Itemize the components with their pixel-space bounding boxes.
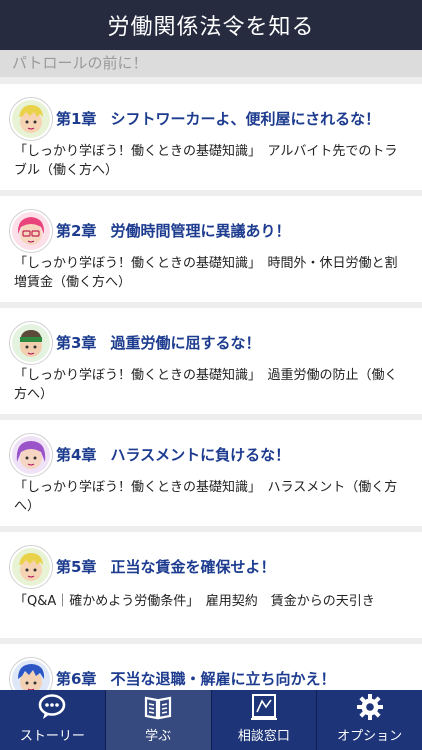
chapter-title: 第6章 不当な退職・解雇に立ち向かえ！ <box>56 670 336 688</box>
page-title: 労働関係法令を知る <box>107 15 315 40</box>
section-label: パトロールの前に！ <box>12 54 148 72</box>
tab-label: ストーリー <box>19 729 85 744</box>
avatar-blue-hair-boy-icon <box>10 658 52 690</box>
chapter-description: 「しっかり学ぼう！働くときの基礎知識」 アルバイト先でのトラブル（働く方へ） <box>14 144 398 178</box>
chapter-item-6[interactable]: 第6章 不当な退職・解雇に立ち向かえ！ <box>0 644 422 690</box>
chapter-title: 第3章 過重労働に屈するな！ <box>56 334 261 352</box>
avatar-headband-boy-icon <box>10 322 52 364</box>
tab-label: 学ぶ <box>145 729 172 744</box>
tab-story[interactable]: ストーリー <box>0 690 105 750</box>
chapter-description: 「Q&A｜確かめよう労働条件」 雇用契約 賃金からの天引き <box>14 594 375 609</box>
avatar-purple-hair-girl-icon <box>10 434 52 476</box>
gear-icon <box>356 694 383 720</box>
chapter-item-4[interactable]: 第4章 ハラスメントに負けるな！ 「しっかり学ぼう！働くときの基礎知識」 ハラスメ… <box>0 420 422 526</box>
avatar-pink-hair-glasses-icon <box>10 210 52 252</box>
tab-bar: ストーリー 学ぶ 相談窓口 オプション <box>0 690 422 750</box>
tab-learn[interactable]: 学ぶ <box>104 690 211 750</box>
chapter-list[interactable]: 第1章 シフトワーカーよ、便利屋にされるな！ 「しっかり学ぼう！働くときの基礎知識… <box>0 77 422 690</box>
tab-label: オプション <box>337 729 403 744</box>
avatar-blond-boy-icon <box>10 98 52 140</box>
book-icon <box>145 696 172 720</box>
section-header: パトロールの前に！ <box>0 50 422 77</box>
chapter-item-5[interactable]: 第5章 正当な賃金を確保せよ！ 「Q&A｜確かめよう労働条件」 雇用契約 賃金から… <box>0 532 422 638</box>
chapter-title: 第4章 ハラスメントに負けるな！ <box>56 446 291 464</box>
chapter-item-1[interactable]: 第1章 シフトワーカーよ、便利屋にされるな！ 「しっかり学ぼう！働くときの基礎知識… <box>0 84 422 190</box>
chapter-description: 「しっかり学ぼう！働くときの基礎知識」 時間外・休日労働と割増賃金（働く方へ） <box>14 256 398 290</box>
app-header: 労働関係法令を知る <box>0 0 422 50</box>
chapter-item-3[interactable]: 第3章 過重労働に屈するな！ 「しっかり学ぼう！働くときの基礎知識」 過重労働の防… <box>0 308 422 414</box>
chat-bubble-icon <box>39 694 66 719</box>
chapter-title: 第1章 シフトワーカーよ、便利屋にされるな！ <box>56 110 381 128</box>
tab-label: 相談窓口 <box>237 729 290 744</box>
chapter-title: 第2章 労働時間管理に異議あり！ <box>56 222 291 240</box>
consultation-window-icon <box>250 694 277 720</box>
chapter-description: 「しっかり学ぼう！働くときの基礎知識」 ハラスメント（働く方へ） <box>14 480 398 514</box>
avatar-blond-boy-icon <box>10 546 52 588</box>
tab-consultation[interactable]: 相談窓口 <box>210 690 317 750</box>
chapter-description: 「しっかり学ぼう！働くときの基礎知識」 過重労働の防止（働く方へ） <box>14 368 398 402</box>
chapter-item-2[interactable]: 第2章 労働時間管理に異議あり！ 「しっかり学ぼう！働くときの基礎知識」 時間外・… <box>0 196 422 302</box>
chapter-title: 第5章 正当な賃金を確保せよ！ <box>56 558 276 576</box>
tab-options[interactable]: オプション <box>316 690 422 750</box>
